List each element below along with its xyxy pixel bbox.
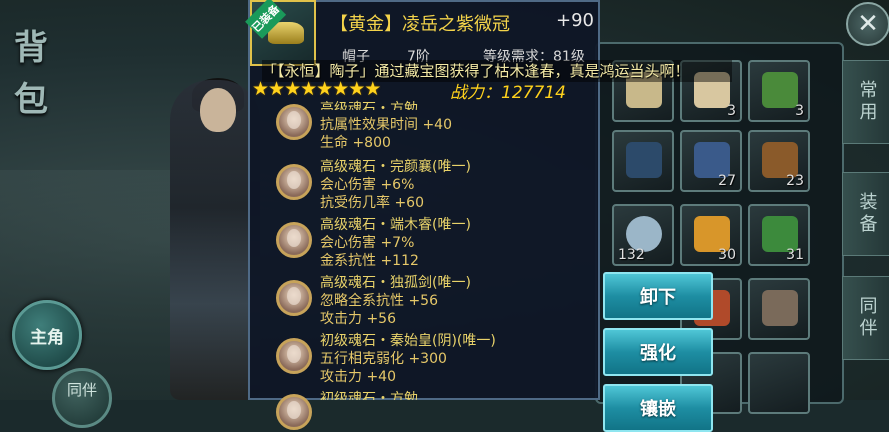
jade-icon [762, 72, 798, 108]
power-value: 127714 [501, 83, 566, 103]
unequip-button[interactable]: 卸下 [603, 272, 713, 320]
tab-partner[interactable]: 同伴 [842, 276, 889, 360]
gem-icon [276, 280, 312, 316]
gem-name: 初级魂石・秦始皇(阴)(唯一) [320, 333, 496, 349]
tab-common[interactable]: 常用 [842, 60, 889, 144]
gem-icon [276, 222, 312, 258]
gem-name: 高级魂石・完颜襄(唯一) [320, 159, 471, 175]
bag-slot[interactable]: 132 [612, 204, 674, 266]
bag-slot[interactable]: 27 [680, 130, 742, 192]
gem-stat: 抗受伤几率 +60 [320, 195, 424, 211]
combat-power: 战力：127714 [450, 78, 566, 103]
item-count: 132 [618, 247, 645, 263]
gem-stat: 会心伤害 +6% [320, 177, 415, 193]
horse-icon [762, 290, 798, 326]
gem-stat: 抗属性效果时间 +40 [320, 117, 452, 133]
gem-name: 初级魂石・方勉 [320, 391, 418, 400]
item-count: 30 [718, 247, 736, 263]
gem-name: 高级魂石・端木睿(唯一) [320, 217, 471, 233]
partner-round-button[interactable]: 同伴 [52, 368, 112, 428]
gem-name: 高级魂石・独孤剑(唯一) [320, 275, 471, 291]
close-button[interactable]: ✕ [846, 2, 889, 46]
gem-stat: 五行相克弱化 +300 [320, 351, 447, 367]
main-character-button[interactable]: 主角 [12, 300, 82, 370]
star-rating: ★★★★★★★★ [252, 78, 381, 100]
bag-slot[interactable] [748, 352, 810, 414]
hero-face [200, 88, 236, 132]
gem-stat: 攻击力 +40 [320, 369, 396, 385]
inlay-button[interactable]: 镶嵌 [603, 384, 713, 432]
gem-icon [276, 394, 312, 430]
bag-slot[interactable]: 3 [748, 60, 810, 122]
bag-slot[interactable]: 31 [748, 204, 810, 266]
item-title: 【黄金】凌岳之紫微冠 [330, 14, 510, 35]
gem-stat: 会心伤害 +7% [320, 235, 415, 251]
gem-stat: 忽略全系抗性 +56 [320, 293, 438, 309]
gem-icon [276, 164, 312, 200]
enhance-level: +90 [556, 10, 594, 31]
gem-stat: 生命 +800 [320, 135, 391, 151]
category-tabs: 常用 装备 同伴 [842, 60, 889, 400]
item-count: 27 [718, 173, 736, 189]
armor-icon [626, 142, 662, 178]
item-count: 3 [795, 103, 804, 119]
gem-stat: 攻击力 +56 [320, 311, 396, 327]
item-count: 31 [786, 247, 804, 263]
bag-slot[interactable] [748, 278, 810, 340]
enhance-button[interactable]: 强化 [603, 328, 713, 376]
item-count: 23 [786, 173, 804, 189]
page-title: 背包 [14, 28, 48, 120]
item-count: 3 [727, 103, 736, 119]
gem-icon [276, 338, 312, 374]
gem-name: 高级魂石・方勉 [320, 101, 418, 110]
bag-slot[interactable] [612, 130, 674, 192]
bag-slot[interactable]: 23 [748, 130, 810, 192]
bag-slot[interactable]: 30 [680, 204, 742, 266]
power-label: 战力： [450, 83, 501, 103]
gem-icon [276, 104, 312, 140]
gem-stat: 金系抗性 +112 [320, 253, 419, 269]
tab-equipment[interactable]: 装备 [842, 172, 889, 256]
